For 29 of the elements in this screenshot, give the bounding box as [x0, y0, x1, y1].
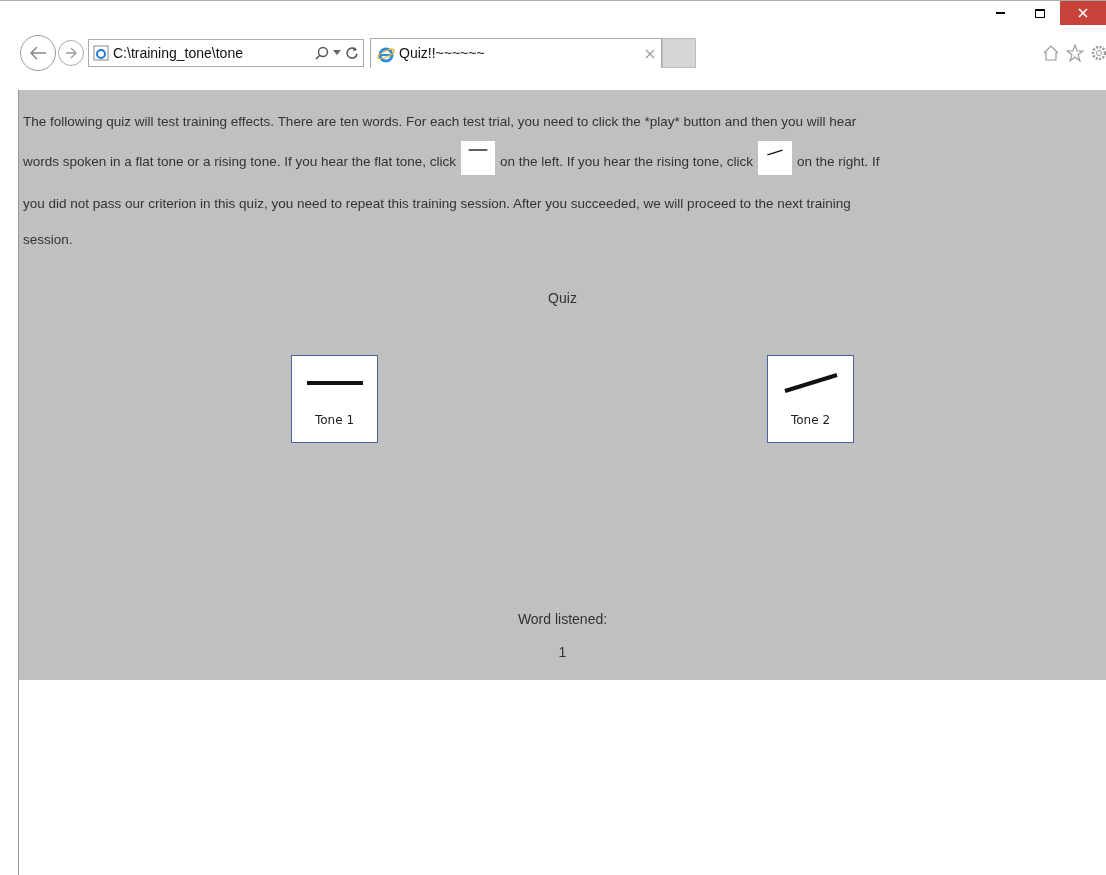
page-e-icon	[93, 45, 109, 61]
star-icon[interactable]	[1066, 44, 1084, 62]
address-bar[interactable]: C:\training_tone\tone	[88, 39, 364, 67]
instruction-text: on the left. If you hear the rising tone, click	[500, 152, 753, 171]
instruction-text: on the right. If	[796, 152, 880, 171]
refresh-icon[interactable]	[345, 46, 359, 60]
close-icon	[1078, 8, 1088, 18]
counter-value: 1	[558, 643, 567, 662]
counter-label: Word listened:	[517, 610, 608, 629]
instruction-text: The following quiz will test training effects. There are ten words. For each test trial, you need to click the *play* button and then you will hear	[23, 112, 857, 131]
quiz-title: Quiz	[548, 289, 577, 308]
tone-button[interactable]: Tone 1	[291, 355, 378, 443]
instruction-text: words spoken in a flat tone or a rising tone. If you hear the flat tone, click	[23, 152, 456, 171]
settings-icon[interactable]	[1090, 44, 1106, 62]
back-arrow-icon	[28, 45, 48, 61]
dropdown-icon[interactable]	[333, 50, 341, 56]
tone-button[interactable]: Tone 2	[767, 355, 854, 443]
instruction-text: session.	[23, 230, 73, 249]
flat-line-icon	[468, 149, 488, 151]
search-icon[interactable]	[315, 46, 329, 60]
home-icon[interactable]	[1042, 44, 1060, 62]
close-tab-icon[interactable]	[645, 48, 655, 59]
rising-line-icon	[764, 149, 785, 156]
instruction-text: you did not pass our criterion in this quiz, you need to repeat this training session. After you succeeded, we will proceed to the next training	[23, 194, 851, 213]
browser-tab[interactable]: Quiz!!~~~~~~	[370, 38, 662, 68]
flat-line-icon	[304, 381, 365, 385]
tab-title: Quiz!!~~~~~~	[399, 44, 485, 63]
forward-arrow-icon	[64, 47, 78, 59]
address-text: C:\training_tone\tone	[113, 43, 243, 63]
